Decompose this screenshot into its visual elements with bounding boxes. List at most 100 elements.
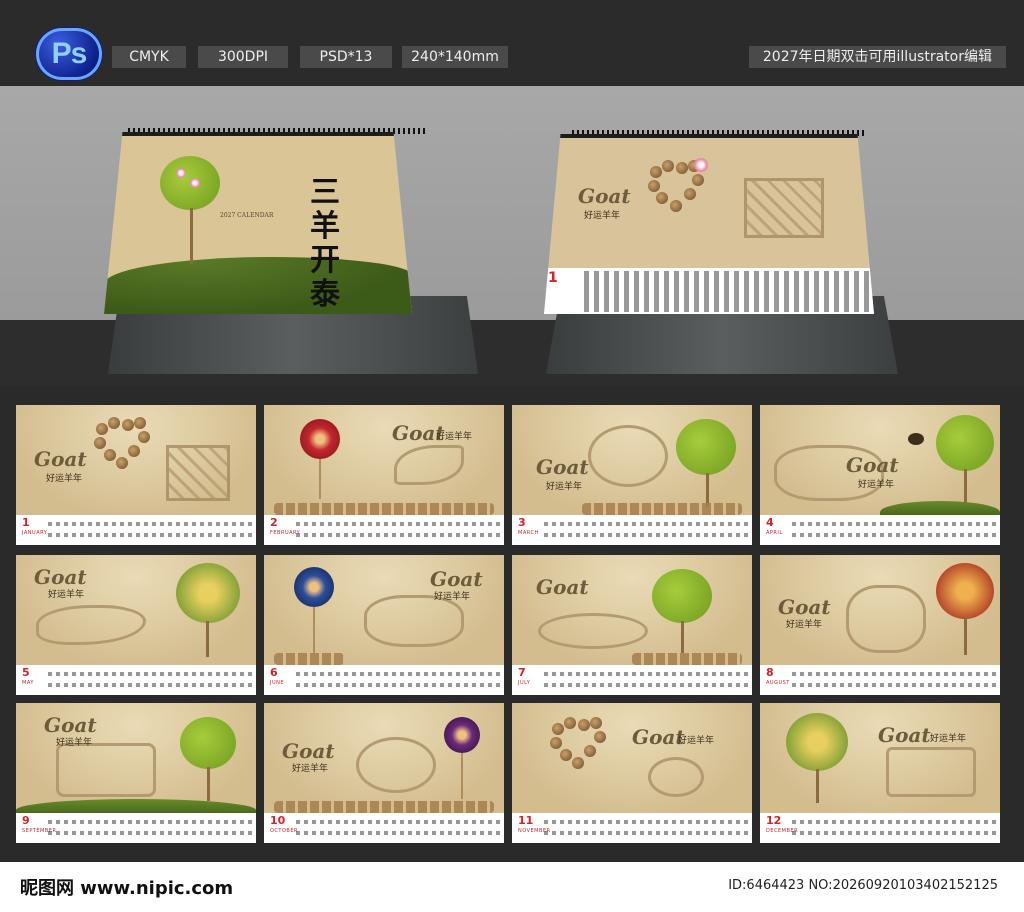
spec-tag-file-count: PSD*13 [300,46,392,68]
woven-goat-icon [56,743,156,797]
day-grid [48,817,252,839]
january-logo: Goat [578,184,631,208]
photoshop-icon: Ps [36,28,102,80]
month-page-march: Goat 好运羊年 3 MARCH [512,405,752,545]
wood-log-row [274,653,344,665]
month-name: APRIL [766,530,783,536]
day-grid [544,519,748,541]
tree-trunk [816,769,819,803]
month-page-april: Goat 好运羊年 4 APRIL [760,405,1000,545]
january-date-grid: 1 [544,268,874,314]
day-grid [544,669,748,691]
date-strip: 5 MAY [16,665,256,695]
line-goat-icon [846,585,926,653]
bead-heart-icon [546,715,606,771]
flower-icon [190,178,200,188]
month-subtitle: 好运羊年 [56,738,93,748]
month-number: 7 [518,666,526,679]
month-page-september: Goat 好运羊年 9 SEPTEMBER [16,703,256,843]
date-strip: 11 NOVEMBER [512,813,752,843]
date-strip: 4 APRIL [760,515,1000,545]
bead-heart-icon [90,415,150,471]
cloud-pattern-icon [538,613,648,649]
knot-goat-icon [356,737,436,793]
wood-log-row [274,503,494,515]
tree-trunk [706,473,709,507]
date-strip: 10 OCTOBER [264,813,504,843]
framed-goat-icon [886,747,976,797]
month-subtitle: 好运羊年 [436,432,473,442]
month-subtitle: 好运羊年 [48,590,85,600]
month-artwork: Goat 好运羊年 [512,405,752,515]
knot-pattern-icon [166,445,230,501]
month-page-january: Goat 好运羊年 1 JANUARY [16,405,256,545]
flower-icon [694,158,708,172]
date-strip: 7 JULY [512,665,752,695]
month-number: 11 [518,814,534,827]
goat-logo: Goat [44,713,97,737]
fruit-tree-icon [936,563,994,619]
month-number: 12 [766,814,782,827]
month-name: MARCH [518,530,539,536]
flower-tree-icon [176,563,240,623]
flower-tree-icon [786,713,848,771]
january-days [584,271,870,312]
spec-tag-color-mode: CMYK [112,46,186,68]
month-number: 9 [22,814,30,827]
month-artwork: Goat 好运羊年 [264,555,504,665]
tree-trunk [207,767,210,801]
day-grid [296,519,500,541]
cover-title: 三羊开泰 [310,175,340,312]
cloud-pattern-icon [36,605,146,645]
day-grid [48,519,252,541]
tree-icon [676,419,736,475]
date-strip: 8 AUGUST [760,665,1000,695]
knot-pattern-icon [744,178,824,238]
goat-logo: Goat [536,455,589,479]
tree-trunk [964,469,967,505]
month-artwork: Goat [512,555,752,665]
month-number: 6 [270,666,278,679]
blue-flower-icon [294,567,334,607]
month-name: JANUARY [22,530,48,536]
date-strip: 9 SEPTEMBER [16,813,256,843]
flower-stem [313,607,315,653]
cover-calendar-label: 2027 CALENDAR [220,212,274,219]
month-subtitle: 好运羊年 [292,764,329,774]
date-strip: 6 JUNE [264,665,504,695]
month-artwork: Goat 好运羊年 [264,405,504,515]
mockup-stage: 2027 CALENDAR 三羊开泰 Goat 好运羊年 1 [0,86,1024,386]
month-artwork: Goat 好运羊年 [264,703,504,813]
goat-logo: Goat [878,723,931,747]
january-calendar: Goat 好运羊年 1 [544,134,874,314]
grass-patch [16,799,256,813]
spec-tag-size: 240*140mm [402,46,508,68]
tree-trunk [681,621,684,653]
cover-grass [104,257,412,314]
month-page-december: Goat 好运羊年 12 DECEMBER [760,703,1000,843]
image-id: ID:6464423 NO:20260920103402152125 [728,878,998,893]
wood-log-row [274,801,494,813]
flower-stem [319,459,321,499]
swirl-goat-icon [364,595,464,647]
goat-logo: Goat [282,739,335,763]
day-grid [296,669,500,691]
january-subtitle: 好运羊年 [584,211,621,221]
month-subtitle: 好运羊年 [434,592,471,602]
top-info-bar: Ps CMYK 300DPI PSD*13 240*140mm 2027年日期双… [0,0,1024,86]
wood-log-row [582,503,742,515]
watermark-footer: 昵图网 www.nipic.com ID:6464423 NO:20260920… [0,862,1024,912]
month-subtitle: 好运羊年 [678,736,715,746]
tree-trunk [964,617,967,655]
goat-logo: Goat [846,453,899,477]
month-name: OCTOBER [270,828,298,834]
day-grid [792,669,996,691]
month-artwork: Goat 好运羊年 [16,703,256,813]
month-subtitle: 好运羊年 [858,480,895,490]
month-number: 3 [518,516,526,529]
day-grid [48,669,252,691]
butterfly-icon [908,433,924,445]
cover-tree-trunk [190,208,193,264]
month-number: 8 [766,666,774,679]
month-page-october: Goat 好运羊年 10 OCTOBER [264,703,504,843]
